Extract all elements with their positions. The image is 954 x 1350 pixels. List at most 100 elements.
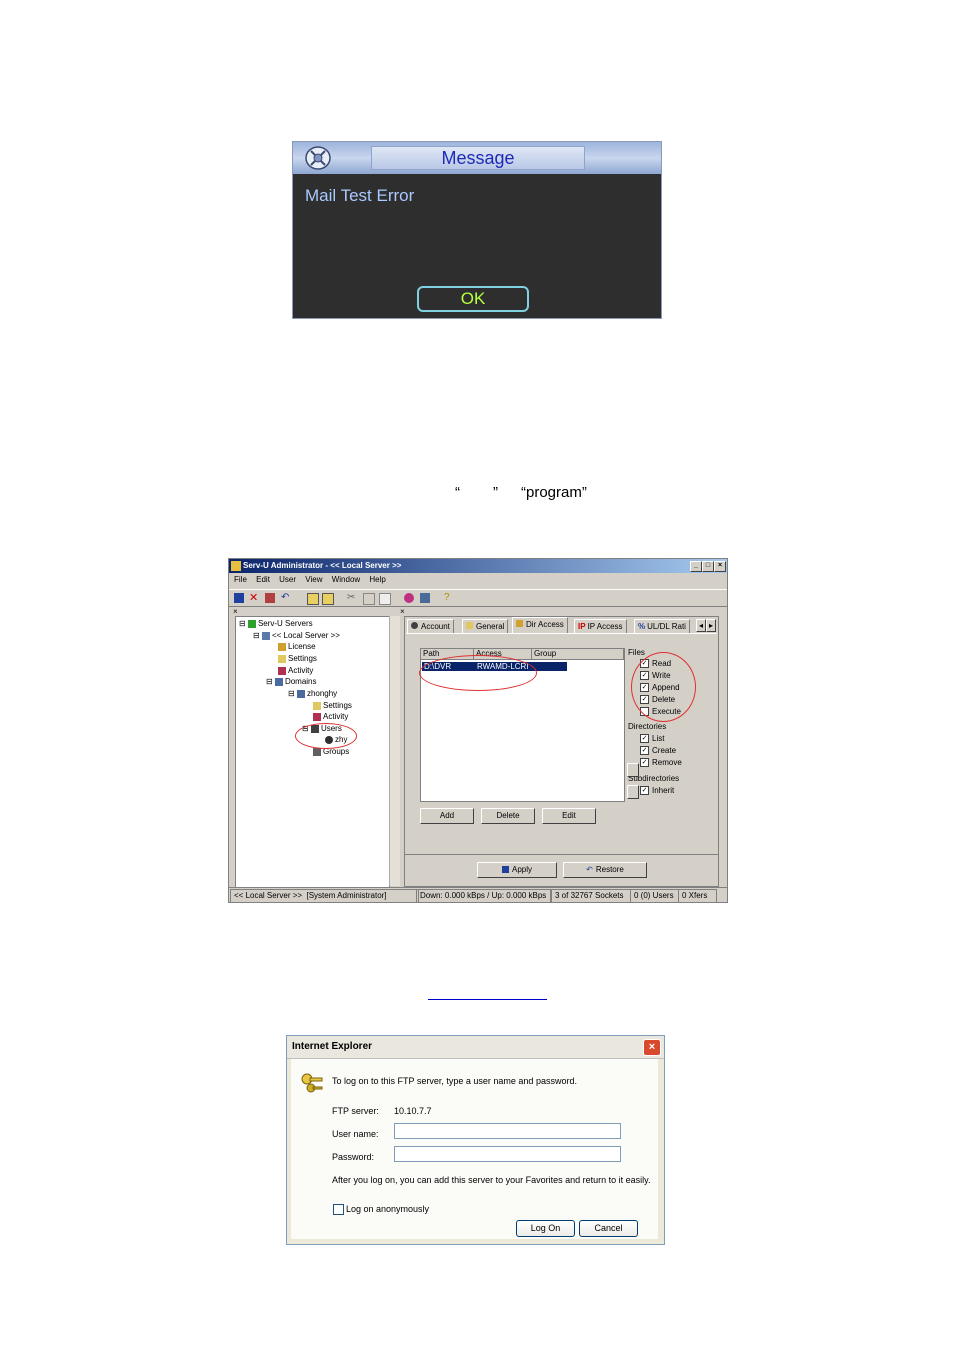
servu-title-bar: Serv-U Administrator - << Local Server >… <box>229 559 727 573</box>
status-bar: << Local Server >> [System Administrator… <box>229 887 727 902</box>
inherit-checkbox[interactable]: ✓ Inherit <box>640 786 674 796</box>
delete-icon[interactable]: ✕ <box>249 593 259 604</box>
panel-close-icon[interactable]: × <box>400 607 405 616</box>
folder-icon[interactable] <box>322 593 334 605</box>
ok-button[interactable]: OK <box>417 286 529 312</box>
ftp-server-label: FTP server: <box>332 1106 379 1116</box>
tree-item-servers[interactable]: ⊟ Serv-U Servers <box>239 619 313 629</box>
tab-general[interactable]: General <box>462 619 509 633</box>
tab-scroll-left[interactable]: ◂ <box>696 619 706 632</box>
undo-icon: ↶ <box>586 865 593 874</box>
tree-item-license[interactable]: License <box>278 642 316 652</box>
tab-dir-access[interactable]: Dir Access <box>512 617 568 633</box>
copy-user-icon[interactable] <box>265 593 275 603</box>
general-icon <box>466 622 473 629</box>
undo-icon[interactable]: ↶ <box>281 593 291 603</box>
cut-icon[interactable]: ✂ <box>347 593 357 603</box>
connect-icon[interactable] <box>404 593 414 603</box>
tree-item-domain-activity[interactable]: Activity <box>313 712 348 722</box>
files-label: Files <box>628 648 645 657</box>
tree-item-activity[interactable]: Activity <box>278 666 313 676</box>
apply-bar: Apply ↶ Restore <box>404 854 719 887</box>
column-group[interactable]: Group <box>532 649 624 660</box>
tree-item-domain-settings[interactable]: Settings <box>313 701 352 711</box>
tree-scrollbar[interactable] <box>389 616 400 886</box>
tab-ul-dl-ratio[interactable]: % UL/DL Rati <box>634 619 690 633</box>
tab-account[interactable]: Account <box>407 619 454 633</box>
ie-login-dialog: Internet Explorer × To log on to this FT… <box>286 1035 665 1245</box>
program-text: “program” <box>521 484 587 501</box>
settings-icon <box>278 654 286 663</box>
close-button[interactable]: × <box>643 1039 661 1056</box>
anonymous-checkbox[interactable] <box>333 1204 344 1215</box>
ip-icon: IP <box>578 622 586 631</box>
status-users: 0 (0) Users <box>630 889 679 902</box>
highlight-circle-path <box>419 655 537 691</box>
status-xfers: 0 Xfers <box>678 889 717 902</box>
groups-icon <box>313 747 321 756</box>
save-icon <box>501 866 509 874</box>
tree-item-domain[interactable]: ⊟ zhonghy <box>288 689 337 699</box>
domain-icon <box>296 689 305 698</box>
remove-checkbox[interactable]: ✓ Remove <box>640 758 682 768</box>
tree-item-settings[interactable]: Settings <box>278 654 317 664</box>
paste-icon[interactable] <box>379 593 391 605</box>
ftp-link-underline[interactable] <box>428 998 547 1000</box>
menu-help[interactable]: Help <box>369 575 385 584</box>
list-checkbox[interactable]: ✓ List <box>640 734 664 744</box>
servu-title: Serv-U Administrator - << Local Server >… <box>243 561 402 570</box>
lock-icon <box>516 620 523 627</box>
menu-user[interactable]: User <box>279 575 296 584</box>
create-checkbox[interactable]: ✓ Create <box>640 746 676 756</box>
status-transfer: Down: 0.000 kBps / Up: 0.000 kBps <box>416 889 551 902</box>
menu-edit[interactable]: Edit <box>256 575 270 584</box>
servu-window: Serv-U Administrator - << Local Server >… <box>228 558 728 903</box>
highlight-circle-user <box>295 723 357 749</box>
activity-icon <box>278 666 286 675</box>
move-up-button[interactable] <box>627 763 639 777</box>
message-dialog: Message Mail Test Error OK <box>292 141 662 319</box>
message-title: Message <box>371 146 585 170</box>
tree-close-icon[interactable]: × <box>233 607 238 616</box>
close-button[interactable]: × <box>714 561 726 572</box>
message-text: Mail Test Error <box>305 186 415 205</box>
save-icon[interactable] <box>234 593 244 603</box>
help-icon[interactable]: ? <box>444 593 454 603</box>
folder-up-icon[interactable] <box>307 593 319 605</box>
menu-view[interactable]: View <box>305 575 322 584</box>
key-icon <box>278 642 286 651</box>
menu-file[interactable]: File <box>234 575 247 584</box>
cancel-button[interactable]: Cancel <box>579 1220 638 1237</box>
highlight-circle-files <box>631 652 696 722</box>
menu-window[interactable]: Window <box>332 575 360 584</box>
logon-button[interactable]: Log On <box>516 1220 575 1237</box>
status-sockets: 3 of 32767 Sockets <box>551 889 631 902</box>
minimize-button[interactable]: _ <box>690 561 702 572</box>
username-input[interactable] <box>394 1123 621 1139</box>
ratio-icon: % <box>638 622 646 631</box>
check-icon: ✓ <box>640 758 649 768</box>
ftp-server-value: 10.10.7.7 <box>394 1106 432 1116</box>
apply-button[interactable]: Apply <box>477 862 557 878</box>
tab-scroll-right[interactable]: ▸ <box>706 619 716 632</box>
server-icon[interactable] <box>420 593 430 603</box>
check-icon: ✓ <box>640 786 649 796</box>
settings-icon <box>313 701 321 710</box>
tab-ip-access[interactable]: IP IP Access <box>574 619 627 633</box>
copy-icon[interactable] <box>363 593 375 605</box>
servu-logo-icon <box>247 619 256 628</box>
restore-button[interactable]: ↶ Restore <box>563 862 647 878</box>
delete-button[interactable]: Delete <box>481 808 535 824</box>
servu-app-icon <box>231 561 241 571</box>
password-input[interactable] <box>394 1146 621 1162</box>
ie-title: Internet Explorer <box>292 1041 373 1052</box>
username-label: User name: <box>332 1129 379 1139</box>
maximize-button[interactable]: □ <box>702 561 714 572</box>
add-button[interactable]: Add <box>420 808 474 824</box>
anonymous-label: Log on anonymously <box>346 1204 430 1214</box>
move-down-button[interactable] <box>627 785 639 799</box>
tree-item-domains[interactable]: ⊟ Domains <box>266 677 317 687</box>
dvr-logo-icon <box>305 146 331 170</box>
edit-button[interactable]: Edit <box>542 808 596 824</box>
tree-item-local-server[interactable]: ⊟ << Local Server >> <box>253 631 340 641</box>
